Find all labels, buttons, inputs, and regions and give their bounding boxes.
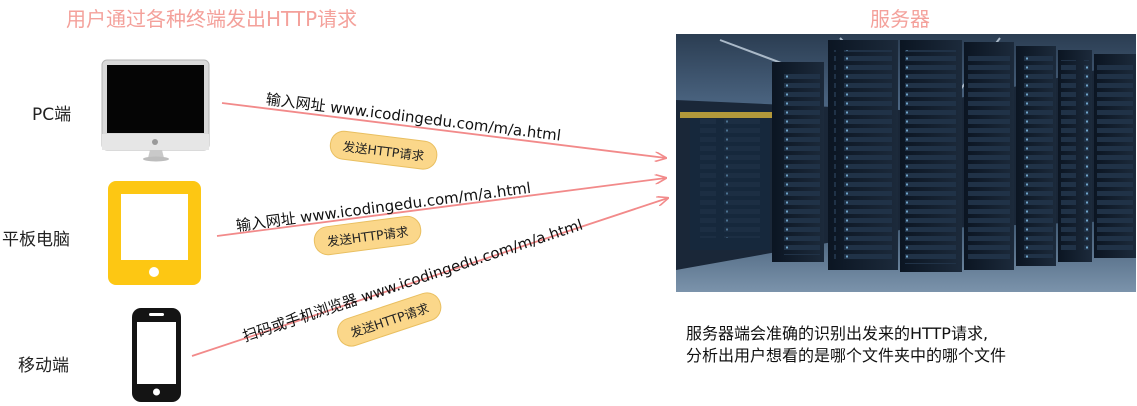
server-note: 服务器端会准确的识别出发来的HTTP请求, 分析出用户想看的是哪个文件夹中的哪个… bbox=[686, 323, 1006, 367]
server-note-line2: 分析出用户想看的是哪个文件夹中的哪个文件 bbox=[686, 346, 1007, 365]
server-note-line1: 服务器端会准确的识别出发来的HTTP请求, bbox=[686, 324, 989, 343]
